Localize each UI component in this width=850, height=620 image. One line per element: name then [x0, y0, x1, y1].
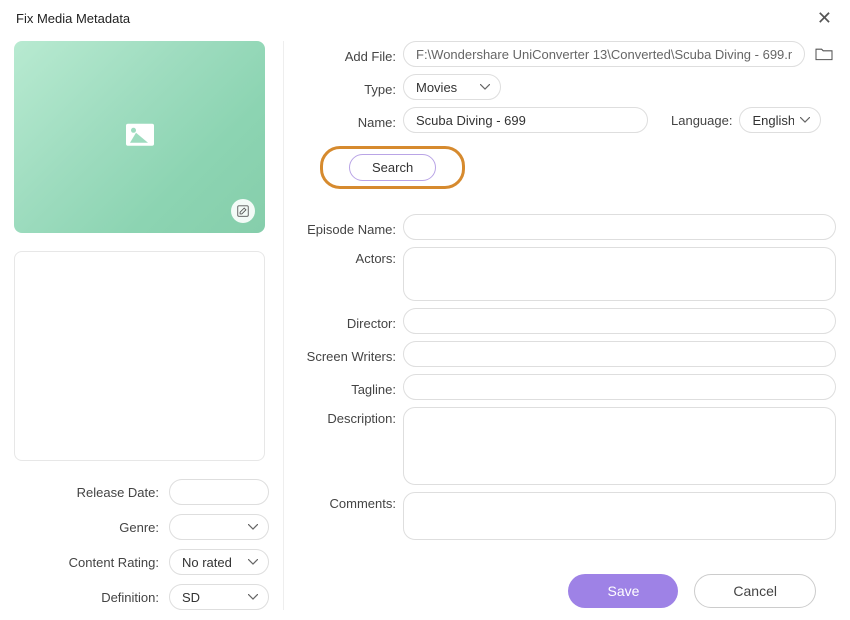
- screen-writers-label: Screen Writers:: [302, 345, 396, 364]
- titlebar: Fix Media Metadata ✕: [0, 0, 850, 37]
- definition-label: Definition:: [14, 590, 159, 605]
- folder-icon: [814, 46, 834, 62]
- actors-textarea[interactable]: [403, 247, 836, 301]
- director-label: Director:: [302, 312, 396, 331]
- description-label: Description:: [302, 407, 396, 426]
- save-button[interactable]: Save: [568, 574, 678, 608]
- director-input[interactable]: [403, 308, 836, 334]
- name-input[interactable]: [403, 107, 648, 133]
- actors-label: Actors:: [302, 247, 396, 266]
- release-date-label: Release Date:: [14, 485, 159, 500]
- close-icon[interactable]: ✕: [811, 6, 838, 31]
- browse-folder-button[interactable]: [812, 43, 836, 65]
- episode-name-input[interactable]: [403, 214, 836, 240]
- search-button[interactable]: Search: [349, 154, 436, 181]
- content-rating-select[interactable]: No rated: [169, 549, 269, 575]
- cancel-button[interactable]: Cancel: [694, 574, 816, 608]
- definition-select[interactable]: SD: [169, 584, 269, 610]
- tagline-input[interactable]: [403, 374, 836, 400]
- media-thumbnail: [14, 41, 265, 233]
- language-select[interactable]: English: [739, 107, 821, 133]
- language-label: Language:: [671, 113, 732, 128]
- edit-icon: [236, 204, 250, 218]
- comments-textarea[interactable]: [403, 492, 836, 540]
- add-file-label: Add File:: [302, 45, 396, 64]
- name-label: Name:: [302, 111, 396, 130]
- genre-select[interactable]: [169, 514, 269, 540]
- type-select[interactable]: Movies: [403, 74, 501, 100]
- comments-label: Comments:: [302, 492, 396, 511]
- edit-thumbnail-button[interactable]: [231, 199, 255, 223]
- episode-name-label: Episode Name:: [302, 218, 396, 237]
- screen-writers-input[interactable]: [403, 341, 836, 367]
- search-highlight-ring: Search: [320, 146, 465, 189]
- genre-label: Genre:: [14, 520, 159, 535]
- secondary-preview-box: [14, 251, 265, 461]
- release-date-input[interactable]: [169, 479, 269, 505]
- add-file-input[interactable]: [403, 41, 805, 67]
- type-label: Type:: [302, 78, 396, 97]
- content-rating-label: Content Rating:: [14, 555, 159, 570]
- tagline-label: Tagline:: [302, 378, 396, 397]
- description-textarea[interactable]: [403, 407, 836, 485]
- window-title: Fix Media Metadata: [16, 11, 130, 26]
- image-placeholder-icon: [126, 124, 154, 146]
